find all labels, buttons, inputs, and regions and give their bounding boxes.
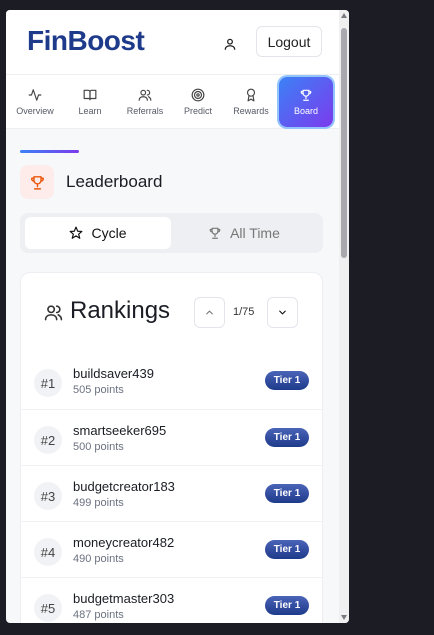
username: moneycreator482 — [73, 535, 175, 550]
users-icon — [44, 305, 63, 321]
section-accent-bar — [20, 150, 79, 153]
table-row[interactable]: #2 smartseeker695 500 points Tier 1 — [21, 409, 322, 465]
user-profile-button[interactable] — [216, 30, 244, 58]
tier-badge: Tier 1 — [265, 428, 309, 447]
rank-badge: #1 — [34, 369, 62, 397]
finboost-logo[interactable]: FinBoost — [27, 25, 145, 57]
tab-cycle[interactable]: Cycle — [25, 217, 171, 249]
tab-label: All Time — [230, 225, 280, 241]
page-title: Leaderboard — [66, 172, 163, 191]
leaderboard-tabs: Cycle All Time — [20, 213, 323, 253]
nav-label: Board — [293, 106, 319, 116]
trophy-icon — [209, 227, 221, 239]
nav-label: Rewards — [233, 106, 269, 116]
main-nav: Overview Learn Referrals Predict Rewards… — [6, 74, 339, 129]
users-icon — [138, 89, 152, 101]
rank-badge: #5 — [34, 594, 62, 622]
tier-badge: Tier 1 — [265, 371, 309, 390]
points: 500 points — [73, 441, 124, 453]
activity-icon — [28, 89, 42, 101]
points: 490 points — [73, 553, 124, 565]
user-icon — [224, 38, 236, 50]
points: 499 points — [73, 497, 124, 509]
points: 505 points — [73, 384, 124, 396]
table-row[interactable]: #3 budgetcreator183 499 points Tier 1 — [21, 465, 322, 521]
award-icon — [246, 88, 256, 102]
scroll-up-arrow[interactable] — [341, 13, 347, 18]
nav-item-referrals[interactable]: Referrals — [118, 75, 172, 129]
scrollbar[interactable] — [339, 10, 349, 623]
username: smartseeker695 — [73, 423, 167, 438]
app-window: FinBoost Logout Overview Learn Referrals… — [6, 10, 349, 623]
nav-label: Learn — [78, 106, 102, 116]
rank-badge: #3 — [34, 482, 62, 510]
nav-label: Referrals — [126, 106, 164, 116]
trophy-icon — [300, 89, 312, 101]
nav-item-rewards[interactable]: Rewards — [224, 75, 278, 129]
leaderboard-badge — [20, 165, 54, 199]
trophy-icon — [30, 175, 44, 190]
table-row[interactable]: #5 budgetmaster303 487 points Tier 1 — [21, 577, 322, 623]
rank-badge: #2 — [34, 426, 62, 454]
tier-badge: Tier 1 — [265, 540, 309, 559]
top-header: FinBoost Logout — [6, 10, 339, 74]
tier-badge: Tier 1 — [265, 596, 309, 615]
target-icon — [191, 88, 205, 102]
page-up-button[interactable] — [194, 297, 225, 328]
rank-badge: #4 — [34, 538, 62, 566]
page-indicator: 1/75 — [233, 306, 255, 318]
nav-label: Predict — [183, 106, 212, 116]
nav-item-predict[interactable]: Predict — [174, 75, 222, 129]
points: 487 points — [73, 609, 124, 621]
nav-item-board[interactable]: Board — [279, 77, 333, 127]
table-row[interactable]: #4 moneycreator482 490 points Tier 1 — [21, 521, 322, 577]
chevron-down-icon — [279, 310, 286, 315]
username: budgetcreator183 — [73, 479, 175, 494]
logout-button[interactable]: Logout — [256, 26, 322, 57]
scroll-thumb[interactable] — [341, 28, 347, 258]
tier-badge: Tier 1 — [265, 484, 309, 503]
tab-all-time[interactable]: All Time — [171, 217, 317, 249]
nav-item-overview[interactable]: Overview — [8, 75, 62, 129]
tab-label: Cycle — [91, 225, 127, 241]
username: budgetmaster303 — [73, 591, 175, 606]
star-icon — [70, 226, 83, 239]
scroll-down-arrow[interactable] — [341, 615, 347, 620]
nav-label: Overview — [16, 106, 54, 116]
chevron-up-icon — [206, 310, 213, 315]
rankings-card: Rankings 1/75 #1 buildsaver439 505 point… — [20, 272, 323, 623]
table-row[interactable]: #1 buildsaver439 505 points Tier 1 — [21, 353, 322, 409]
book-icon — [83, 89, 97, 101]
nav-item-learn[interactable]: Learn — [64, 75, 116, 129]
rankings-title: Rankings — [70, 297, 171, 324]
page-down-button[interactable] — [267, 297, 298, 328]
username: buildsaver439 — [73, 366, 154, 381]
